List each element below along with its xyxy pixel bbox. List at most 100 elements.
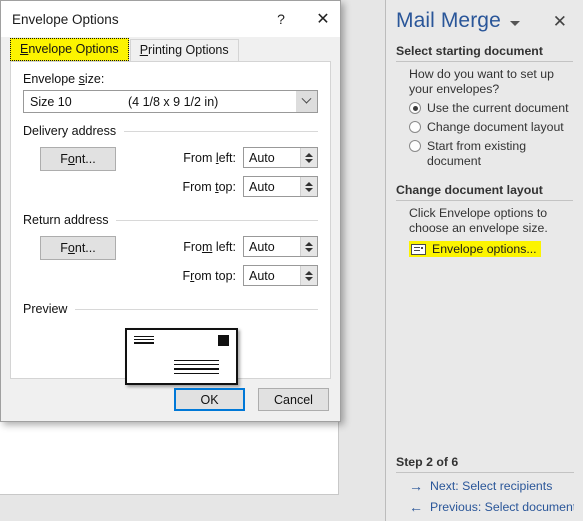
delivery-from-left-row: From left: Auto [183,147,318,168]
delivery-from-left-spinner[interactable]: Auto [243,147,318,168]
return-address-group-header: Return address [23,213,318,227]
return-from-left-spinner[interactable]: Auto [243,236,318,257]
font-button-mnemonic: o [67,241,75,255]
return-from-top-row: From top: Auto [183,265,318,286]
delivery-from-left-label: From left: [183,151,236,165]
return-address-font-button[interactable]: Fo nt... [40,236,116,260]
envelope-size-value: Size 10 [30,94,72,109]
delivery-from-top-value: Auto [249,179,275,194]
mail-merge-taskpane: Mail Merge ✕ Select starting document Ho… [385,0,583,521]
chevron-down-icon[interactable] [296,91,317,112]
spinner-buttons[interactable] [300,148,317,167]
radio-option-change-document-layout[interactable]: Change document layout [396,118,573,137]
next-step-link[interactable]: → Next: Select recipients [396,473,574,494]
spinner-up-icon [305,241,313,246]
return-address-label: Return address [23,213,109,227]
preview-group-header: Preview [23,302,318,316]
font-button-post: nt... [74,241,96,255]
envelope-options-highlight[interactable]: Envelope options... [409,241,541,257]
cancel-button[interactable]: Cancel [258,388,329,411]
tab-printing-options-mnemonic: P [139,43,149,57]
delivery-from-top-spinner[interactable]: Auto [243,176,318,197]
delivery-from-left-value: Auto [249,150,275,165]
return-address-block: Fo nt... From left: Auto From top: Auto [23,227,318,291]
close-icon[interactable]: ✕ [549,11,571,32]
previous-step-label: Previous: Select document ty [430,500,574,514]
next-step-label: Next: Select recipients [430,479,553,493]
envelope-options-link[interactable]: Envelope options... [432,242,537,256]
tab-envelope-options[interactable]: Envelope Options [10,38,129,61]
lbl-post: om top: [194,268,236,283]
return-from-top-value: Auto [249,268,275,283]
lbl-post: eft: [218,150,236,165]
delivery-from-top-row: From top: Auto [182,176,318,197]
envelope-size-label-post: ize: [84,72,105,86]
spinner-buttons[interactable] [300,266,317,285]
delivery-address-block: Fo nt... From left: Auto From top: Auto [23,138,318,202]
lbl-pre: From [183,150,216,165]
help-icon[interactable]: ? [264,1,298,37]
font-button-pre: F [60,152,68,166]
arrow-right-icon: → [409,478,423,494]
ok-button[interactable]: OK [174,388,245,411]
spinner-up-icon [305,270,313,275]
spinner-up-icon [305,181,313,186]
return-from-left-value: Auto [249,239,275,254]
envelope-size-dimensions: (4 1/8 x 9 1/2 in) [128,94,219,109]
dialog-tabstrip: Envelope Options Printing Options [10,37,331,61]
dialog-button-bar: OK Cancel [174,388,329,411]
return-from-top-spinner[interactable]: Auto [243,265,318,286]
envelope-options-link-row[interactable]: Envelope options... [396,238,573,260]
spinner-buttons[interactable] [300,237,317,256]
delivery-address-group-header: Delivery address [23,124,318,138]
group-divider [124,130,318,132]
tab-printing-options[interactable]: Printing Options [129,39,239,61]
screen: Mail Merge ✕ Select starting document Ho… [0,0,583,521]
font-button-mnemonic: o [67,152,75,166]
return-from-left-label: From left: [183,240,236,254]
delivery-from-top-label: From top: [182,180,236,194]
radio-label: Start from existing document [427,139,527,168]
radio-icon[interactable] [409,102,421,114]
return-from-left-row: From left: Auto [183,236,318,257]
spinner-down-icon [305,187,313,192]
envelope-size-combobox[interactable]: Size 10 (4 1/8 x 9 1/2 in) [23,90,318,113]
chevron-down-icon[interactable] [509,20,520,26]
lbl-post: left: [212,239,236,254]
spinner-buttons[interactable] [300,177,317,196]
delivery-address-font-button[interactable]: Fo nt... [40,147,116,171]
dialog-title: Envelope Options [12,11,119,27]
section2-description: Click Envelope options to choose an enve… [409,206,548,235]
envelope-options-dialog: Envelope Options ? ✕ Envelope Options Pr… [0,0,341,422]
radio-option-use-current-document[interactable]: Use the current document [396,99,573,118]
radio-option-start-from-existing-document[interactable]: Start from existing document [396,137,573,171]
return-address-lines [134,336,154,346]
lbl-post: op: [218,179,236,194]
font-button-post: nt... [74,152,96,166]
tab-printing-options-label: rinting Options [148,43,229,57]
envelope-icon [411,243,426,255]
envelope-preview [125,328,238,385]
radio-icon[interactable] [409,121,421,133]
spinner-down-icon [305,276,313,281]
radio-label: Change document layout [427,120,564,134]
lbl-pre: Fro [183,239,202,254]
arrow-left-icon: ← [409,499,423,515]
close-icon[interactable]: ✕ [306,1,340,37]
spinner-down-icon [305,247,313,252]
radio-label: Use the current document [427,101,569,115]
taskpane-footer: Step 2 of 6 → Next: Select recipients ← … [396,455,574,515]
return-from-top-label: From top: [183,269,237,283]
previous-step-link[interactable]: ← Previous: Select document ty [396,494,574,515]
taskpane-titlebar: Mail Merge ✕ [396,0,573,38]
delivery-address-label: Delivery address [23,124,117,138]
radio-icon[interactable] [409,140,421,152]
preview-label: Preview [23,302,68,316]
stamp-icon [218,335,229,346]
section-question: How do you want to set up your envelopes… [409,67,554,96]
lbl-pre: From [182,179,216,194]
envelope-size-label-pre: Envelope [23,72,79,86]
step-indicator: Step 2 of 6 [396,455,574,473]
section-header-select-starting-document: Select starting document [396,44,573,62]
section-header-change-document-layout: Change document layout [396,183,573,201]
